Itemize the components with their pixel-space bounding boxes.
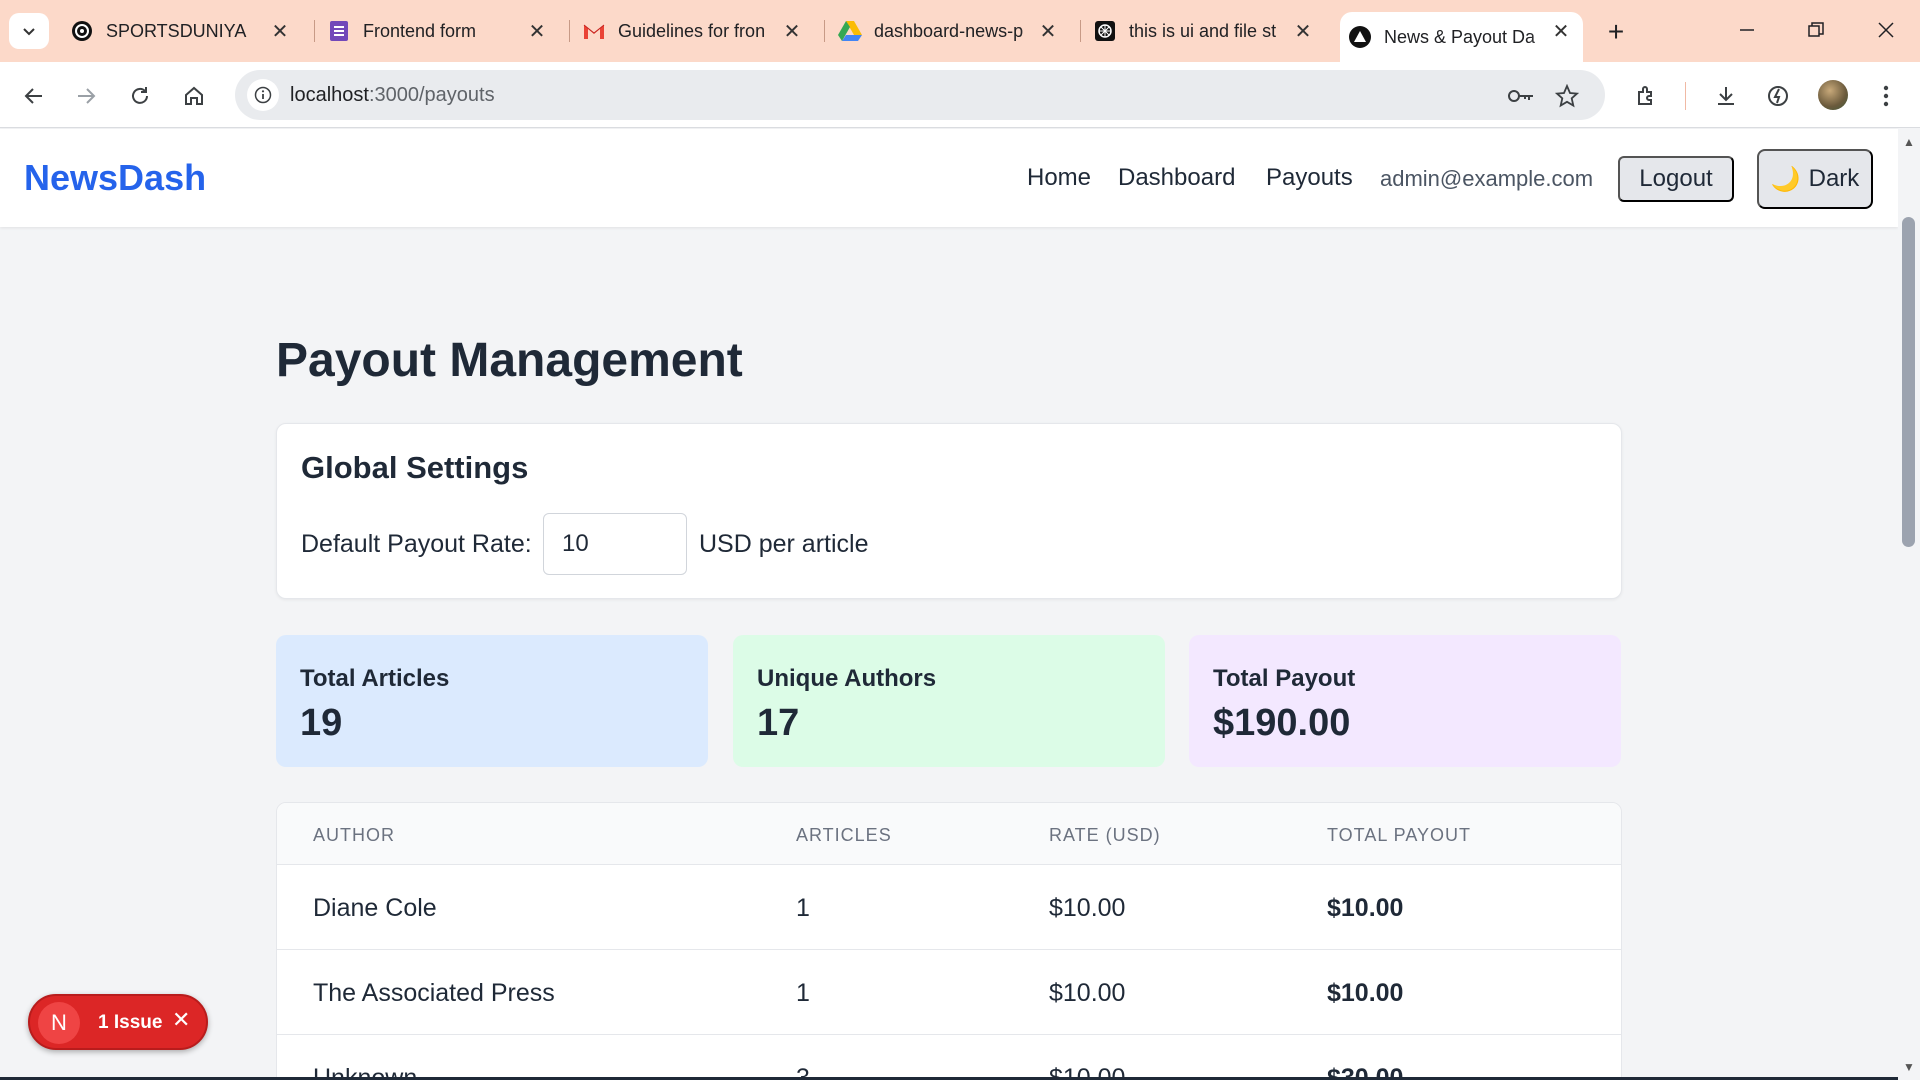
browser-toolbar: localhost:3000/payouts [0, 62, 1920, 128]
column-header-articles[interactable]: ARTICLES [796, 825, 892, 846]
drive-icon [838, 19, 862, 43]
stat-label: Total Articles [300, 665, 450, 692]
nextjs-icon [1348, 25, 1372, 49]
stat-card-total-payout: Total Payout $190.00 [1189, 635, 1621, 767]
payout-rate-label: Default Payout Rate: [301, 530, 532, 558]
cell-author: Diane Cole [313, 894, 437, 922]
scrollbar-thumb[interactable] [1902, 217, 1915, 547]
browser-tab[interactable]: this is ui and file st ✕ [1093, 12, 1325, 50]
minimize-icon[interactable] [1723, 12, 1771, 48]
column-header-total-payout[interactable]: TOTAL PAYOUT [1327, 825, 1471, 846]
app-header: NewsDash Home Dashboard Payouts admin@ex… [0, 129, 1898, 227]
tab-title: Frontend form [363, 20, 477, 41]
stat-value: $190.00 [1213, 702, 1351, 744]
table-header: AUTHOR ARTICLES RATE (USD) TOTAL PAYOUT [277, 803, 1621, 865]
stat-label: Total Payout [1213, 665, 1356, 692]
close-window-icon[interactable] [1862, 12, 1910, 48]
stat-value: 19 [300, 702, 343, 744]
site-info-icon[interactable] [247, 79, 279, 111]
address-bar[interactable]: localhost:3000/payouts [235, 70, 1605, 120]
table-row: Unknown 3 $10.00 $30.00 [277, 1035, 1621, 1080]
cell-rate: $10.00 [1049, 894, 1126, 922]
nav-home-link[interactable]: Home [1027, 164, 1091, 192]
table-row: Diane Cole 1 $10.00 $10.00 [277, 865, 1621, 950]
cell-total-payout: $10.00 [1327, 979, 1404, 1007]
performance-icon[interactable] [1758, 76, 1798, 116]
password-key-icon[interactable] [1505, 80, 1537, 112]
url-text: localhost:3000/payouts [290, 84, 495, 106]
restore-icon[interactable] [1792, 12, 1840, 48]
new-tab-icon[interactable]: + [1598, 14, 1634, 50]
extensions-icon[interactable] [1627, 76, 1667, 116]
brand-logo[interactable]: NewsDash [24, 157, 206, 199]
page-title: Payout Management [276, 334, 743, 387]
nav-dashboard-link[interactable]: Dashboard [1118, 164, 1235, 192]
column-header-author[interactable]: AUTHOR [313, 825, 395, 846]
page-scrollbar[interactable]: ▲ ▼ [1898, 129, 1920, 1080]
tab-title: this is ui and file st [1129, 20, 1277, 41]
stat-card-unique-authors: Unique Authors 17 [733, 635, 1165, 767]
stat-label: Unique Authors [757, 665, 937, 692]
browser-tab[interactable]: SPORTSDUNIYA ✕ [70, 12, 302, 50]
nav-payouts-link[interactable]: Payouts [1266, 164, 1353, 192]
column-header-rate[interactable]: RATE (USD) [1049, 825, 1161, 846]
close-tab-icon[interactable]: ✕ [1291, 19, 1315, 43]
browser-tab[interactable]: dashboard-news-p ✕ [838, 12, 1070, 50]
close-tab-icon[interactable]: ✕ [525, 19, 549, 43]
browser-tab-active[interactable]: News & Payout Da ✕ [1340, 12, 1583, 62]
stat-card-total-articles: Total Articles 19 [276, 635, 708, 767]
settings-heading: Global Settings [301, 450, 529, 485]
cell-total-payout: $10.00 [1327, 894, 1404, 922]
cell-author: The Associated Press [313, 979, 555, 1007]
tab-title: Guidelines for fron [618, 20, 766, 41]
dev-issues-badge[interactable]: N 1 Issue ✕ [28, 994, 208, 1050]
close-tab-icon[interactable]: ✕ [268, 19, 292, 43]
forward-icon[interactable] [66, 76, 106, 116]
issue-count[interactable]: 1 Issue [98, 1012, 162, 1034]
theme-toggle-button[interactable]: 🌙 Dark [1757, 149, 1873, 209]
profile-avatar[interactable] [1818, 80, 1848, 110]
payout-rate-input[interactable] [543, 513, 687, 575]
stat-value: 17 [757, 702, 800, 744]
back-icon[interactable] [14, 76, 54, 116]
download-icon[interactable] [1706, 76, 1746, 116]
bookmark-star-icon[interactable] [1551, 80, 1583, 112]
sportsduniya-icon [70, 19, 94, 43]
table-row: The Associated Press 1 $10.00 $10.00 [277, 950, 1621, 1035]
close-tab-icon[interactable]: ✕ [780, 19, 804, 43]
close-tab-icon[interactable]: ✕ [1036, 19, 1060, 43]
reload-icon[interactable] [120, 76, 160, 116]
gmail-icon [582, 19, 606, 43]
global-settings-card: Global Settings Default Payout Rate: USD… [276, 423, 1622, 599]
forms-icon [327, 19, 351, 43]
payout-table: AUTHOR ARTICLES RATE (USD) TOTAL PAYOUT … [276, 802, 1622, 1080]
browser-tab-bar: SPORTSDUNIYA ✕ Frontend form ✕ Guideline… [0, 0, 1920, 62]
scroll-down-icon[interactable]: ▼ [1903, 1060, 1915, 1074]
tab-title: dashboard-news-p [874, 20, 1024, 41]
theme-toggle-label: Dark [1808, 165, 1860, 192]
close-icon[interactable]: ✕ [172, 1007, 190, 1033]
tab-title: SPORTSDUNIYA [106, 20, 247, 41]
tab-search-chevron-icon[interactable] [9, 13, 49, 49]
tab-title: News & Payout Da [1384, 26, 1536, 47]
home-icon[interactable] [174, 76, 214, 116]
cell-rate: $10.00 [1049, 979, 1126, 1007]
browser-tab[interactable]: Frontend form ✕ [327, 12, 559, 50]
scroll-up-icon[interactable]: ▲ [1903, 135, 1915, 149]
nextjs-dev-icon[interactable]: N [38, 1002, 80, 1044]
close-tab-icon[interactable]: ✕ [1549, 19, 1573, 43]
chatgpt-icon [1093, 19, 1117, 43]
user-email: admin@example.com [1380, 166, 1594, 191]
logout-button[interactable]: Logout [1618, 156, 1734, 202]
cell-articles: 1 [796, 979, 810, 1007]
payout-rate-unit: USD per article [699, 530, 869, 558]
cell-articles: 1 [796, 894, 810, 922]
browser-tab[interactable]: Guidelines for fron ✕ [582, 12, 814, 50]
browser-menu-icon[interactable] [1866, 76, 1906, 116]
moon-icon: 🌙 [1770, 165, 1801, 193]
